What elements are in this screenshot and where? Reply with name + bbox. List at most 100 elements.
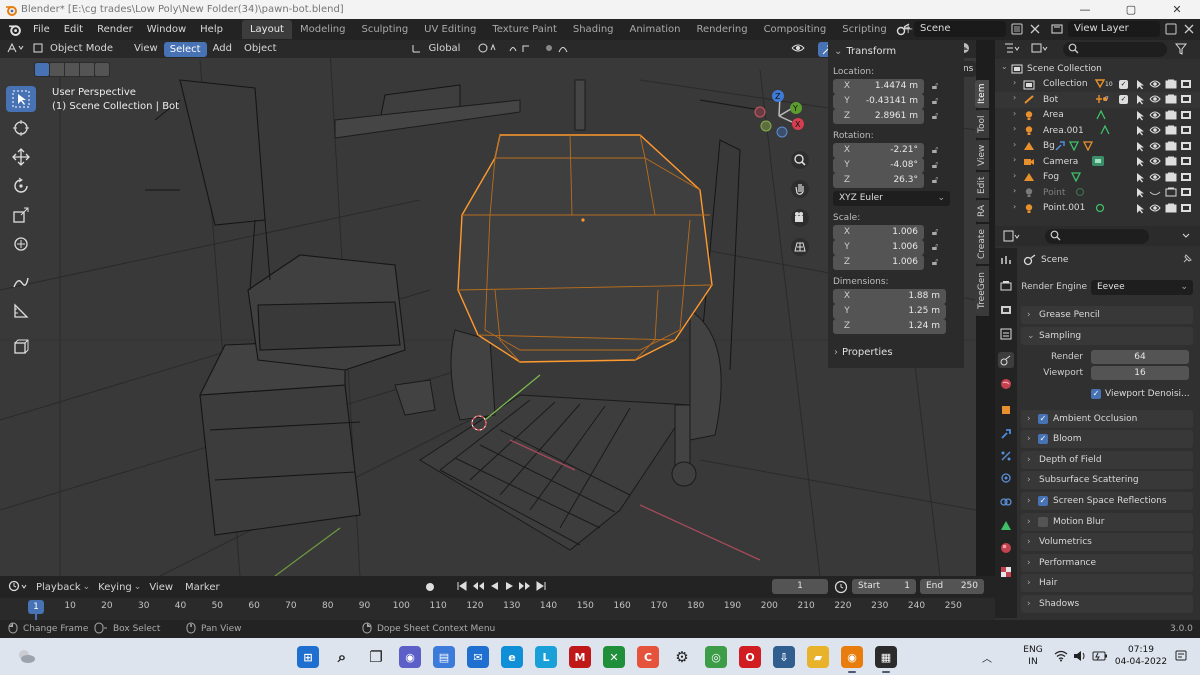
visibility-eye-icon[interactable]: [1149, 172, 1161, 185]
expand-arrow-icon[interactable]: ›: [1013, 78, 1016, 87]
minimize-button[interactable]: —: [1062, 0, 1108, 19]
visibility-eye-icon[interactable]: [1149, 125, 1161, 138]
proportional-edit-icon[interactable]: [543, 42, 571, 57]
blender-app-icon[interactable]: ◉: [841, 646, 863, 673]
panel-sampling[interactable]: ⌄ Sampling: [1021, 326, 1193, 345]
dimensions-y-field[interactable]: Y 1.25 m: [833, 304, 960, 319]
lasso-app-icon[interactable]: L: [535, 646, 557, 668]
texture-tab-icon[interactable]: [998, 564, 1014, 580]
lock-icon[interactable]: 🔓︎: [924, 158, 946, 173]
view-layer-icon[interactable]: [1050, 22, 1064, 39]
tool-tab-icon[interactable]: [998, 252, 1014, 268]
lock-icon[interactable]: 🔓︎: [924, 255, 946, 270]
menu-view[interactable]: View: [128, 40, 164, 58]
holdout-toggle-icon[interactable]: [1180, 172, 1192, 185]
rotation-z-field[interactable]: Z 26.3° 🔓︎: [833, 173, 960, 188]
view-layer-field[interactable]: View Layer: [1068, 21, 1160, 37]
object-mode-dropdown[interactable]: Object Mode: [44, 40, 128, 58]
tab-create[interactable]: Create: [975, 224, 989, 264]
chevron-down-icon[interactable]: ⌄: [1001, 62, 1008, 71]
object-tab-icon[interactable]: [998, 402, 1014, 418]
scale-tool[interactable]: [6, 202, 36, 228]
visibility-eye-icon[interactable]: [1149, 156, 1161, 169]
selectable-toggle-icon[interactable]: [1135, 141, 1145, 155]
holdout-toggle-icon[interactable]: [1180, 141, 1192, 154]
pan-hand-icon[interactable]: [790, 179, 810, 202]
play-icon[interactable]: [503, 580, 515, 595]
tab-edit[interactable]: Edit: [975, 172, 989, 198]
scale-z-field[interactable]: Z 1.006 🔓︎: [833, 255, 960, 270]
outliner-item[interactable]: › Fog: [995, 170, 1200, 186]
tab-ra[interactable]: RA: [975, 200, 989, 222]
measure-tool[interactable]: [6, 298, 36, 324]
outliner-item[interactable]: ›Bot7✓: [995, 92, 1200, 108]
visibility-icon[interactable]: [790, 42, 812, 57]
view-layer-tab-icon[interactable]: [998, 326, 1014, 342]
timeline-editor-type-icon[interactable]: [8, 580, 30, 595]
expand-arrow-icon[interactable]: ›: [1013, 109, 1016, 118]
render-toggle-icon[interactable]: [1165, 79, 1177, 92]
location-x-field[interactable]: X 1.4474 m 🔓︎: [833, 79, 960, 94]
panel-ambient-occlusion[interactable]: › ✓ Ambient Occlusion: [1021, 409, 1193, 428]
prev-keyframe-icon[interactable]: [471, 580, 485, 595]
search-app-icon[interactable]: ⌕: [331, 646, 353, 668]
scene-tab-icon[interactable]: [998, 352, 1014, 368]
volume-icon[interactable]: [1073, 650, 1087, 665]
rotation-y-field[interactable]: Y -4.08° 🔓︎: [833, 158, 960, 173]
visibility-eye-icon[interactable]: [1149, 110, 1161, 123]
physics-tab-icon[interactable]: [998, 470, 1014, 486]
properties-panel-header[interactable]: › Properties: [828, 344, 964, 361]
opera-app-icon[interactable]: O: [739, 646, 761, 668]
battery-icon[interactable]: [1092, 650, 1108, 665]
panel-hair[interactable]: › Hair: [1021, 574, 1193, 593]
filter-icon[interactable]: [1174, 43, 1191, 58]
output-tab-icon[interactable]: [998, 302, 1014, 318]
tab-uv-editing[interactable]: UV Editing: [416, 20, 484, 39]
tab-shading[interactable]: Shading: [565, 20, 622, 39]
render-toggle-icon[interactable]: [1165, 94, 1177, 107]
render-toggle-icon[interactable]: [1165, 141, 1177, 154]
outliner-item[interactable]: › Area: [995, 108, 1200, 124]
chrome-app-icon[interactable]: ◎: [705, 646, 727, 668]
tab-view[interactable]: View: [975, 140, 989, 170]
notes-app-icon[interactable]: ▦: [875, 646, 897, 673]
move-tool[interactable]: [6, 144, 36, 170]
panel-motion-blur[interactable]: › Motion Blur: [1021, 512, 1193, 531]
pin-icon[interactable]: [1181, 253, 1193, 268]
panel-screen-space-reflections[interactable]: › ✓ Screen Space Reflections: [1021, 492, 1193, 510]
holdout-toggle-icon[interactable]: [1180, 187, 1192, 200]
mesh-data-icon[interactable]: [1068, 140, 1080, 154]
installer-app-icon[interactable]: ⇩: [773, 646, 795, 668]
outliner-item[interactable]: › Collection 10 ✓: [995, 77, 1200, 93]
add-cube-tool[interactable]: [6, 334, 36, 360]
clock[interactable]: 07:19 04-04-2022: [1112, 644, 1170, 668]
menu-object[interactable]: Object: [238, 40, 283, 58]
new-scene-icon[interactable]: [1010, 22, 1024, 39]
panel-depth-of-field[interactable]: › Depth of Field: [1021, 450, 1193, 469]
tray-chevron-icon[interactable]: ︿: [982, 650, 992, 665]
lock-icon[interactable]: 🔓︎: [924, 109, 946, 124]
start-frame-field[interactable]: Start 1: [852, 579, 916, 594]
select-invert-icon[interactable]: [80, 63, 94, 76]
data-tab-icon[interactable]: [998, 518, 1014, 534]
select-extend-icon[interactable]: [50, 63, 64, 76]
start-app-icon[interactable]: ⊞: [297, 646, 319, 668]
menu-playback[interactable]: Playback: [30, 582, 87, 593]
app-c-app-icon[interactable]: C: [637, 646, 659, 668]
selectable-toggle-icon[interactable]: [1135, 156, 1145, 170]
menu-file[interactable]: File: [26, 19, 57, 40]
settings-app-icon[interactable]: ⚙: [671, 646, 693, 668]
wifi-icon[interactable]: [1054, 650, 1068, 665]
select-subtract-icon[interactable]: [65, 63, 79, 76]
select-new-icon[interactable]: [35, 63, 49, 76]
lock-icon[interactable]: 🔓︎: [924, 143, 946, 158]
tab-layout[interactable]: Layout: [241, 20, 292, 39]
holdout-toggle-icon[interactable]: [1180, 203, 1192, 216]
light-data-icon[interactable]: [1099, 124, 1111, 138]
modifiers-tab-icon[interactable]: [998, 426, 1014, 442]
expand-arrow-icon[interactable]: ›: [1013, 186, 1016, 195]
visibility-eye-icon[interactable]: [1149, 203, 1161, 216]
notifications-icon[interactable]: [1174, 649, 1188, 666]
scene-field[interactable]: Scene: [914, 21, 1006, 37]
camera-data-icon[interactable]: [1091, 155, 1105, 170]
